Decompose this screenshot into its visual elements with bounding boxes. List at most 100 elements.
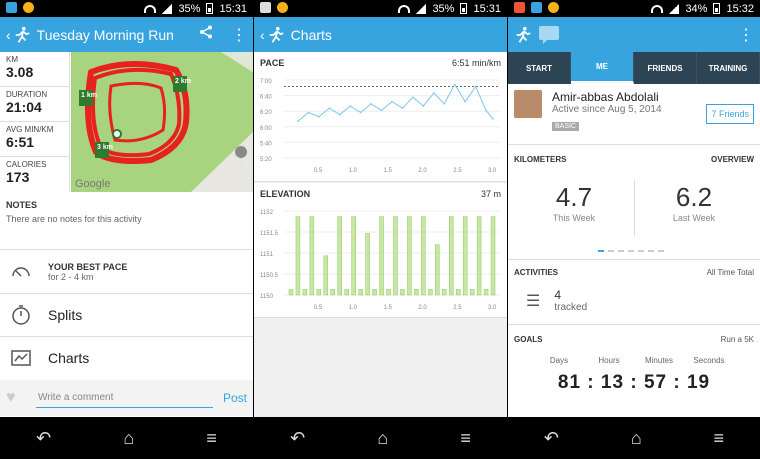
like-heart-icon[interactable]: ♥ [6, 389, 36, 407]
ubuntu-notification-icon [548, 2, 559, 13]
speedometer-icon [12, 266, 30, 277]
tab-training[interactable]: TRAINING [697, 52, 760, 84]
y-tick-label: 6:20 [260, 110, 272, 116]
friends-button[interactable]: 7 Friends [706, 104, 754, 124]
splits-row[interactable]: Splits [0, 293, 253, 336]
x-tick-label: 2.0 [418, 168, 427, 174]
y-tick-label: 6:00 [260, 126, 272, 132]
pace-value: 6:51 min/km [451, 58, 501, 68]
menu-nav-icon[interactable]: ≡ [206, 428, 217, 449]
battery-icon [713, 3, 721, 14]
this-week-stat: 4.7 This Week [514, 182, 634, 223]
last-week-stat: 6.2 Last Week [634, 182, 754, 223]
y-tick-label: 1151.5 [260, 231, 279, 237]
back-nav-icon[interactable]: ↶ [36, 428, 51, 449]
pace-chart: 7:00 6:40 6:20 6:00 5:40 5:20 0.5 1.0 1.5 2.0 2.5 3… [260, 79, 500, 174]
charts-row[interactable]: Charts [0, 336, 253, 379]
x-tick-label: 0.5 [314, 168, 323, 174]
elevation-bar [442, 289, 447, 296]
x-tick-label: 2.5 [453, 305, 462, 311]
app-notification-icon [531, 2, 542, 13]
tab-start[interactable]: START [508, 52, 571, 84]
back-icon[interactable]: ‹ [260, 27, 265, 43]
stat-value: 6:51 [6, 134, 35, 150]
pace-point [297, 120, 299, 122]
app-bar: ‹ Charts [254, 17, 507, 52]
marker-3km: 3 km [97, 144, 113, 151]
hours-label: Hours [598, 356, 620, 365]
overview-link[interactable]: OVERVIEW [711, 155, 754, 164]
comment-bar: ♥ Write a comment Post [0, 380, 253, 416]
best-pace-row[interactable]: YOUR BEST PACE for 2 - 4 km [0, 249, 253, 293]
x-tick-label: 2.0 [418, 305, 427, 311]
activities-header: ACTIVITIES All Time Total [514, 268, 754, 277]
stat-value: 21:04 [6, 99, 42, 115]
y-tick-label: 6:40 [260, 95, 272, 101]
y-tick-label: 5:40 [260, 141, 272, 147]
share-icon[interactable] [199, 25, 213, 44]
activities-label: ACTIVITIES [514, 268, 559, 277]
home-nav-icon[interactable]: ⌂ [631, 428, 642, 449]
pace-point [338, 113, 341, 116]
status-bar: 35% 15:31 [254, 0, 507, 17]
last-week-value: 6.2 [675, 182, 713, 212]
pace-point [401, 107, 404, 109]
menu-nav-icon[interactable]: ≡ [460, 428, 471, 449]
pace-series-line [297, 83, 494, 122]
avatar[interactable] [514, 90, 542, 118]
page-indicator [598, 250, 664, 252]
pace-card: PACE 6:51 min/km 7:00 6:40 6:20 6:00 5:40 5:20… [254, 52, 507, 182]
charts-screen: 35% 15:31 ‹ Charts PACE 6:51 min/km 7:00 6… [254, 0, 507, 459]
x-tick-label: 2.5 [453, 168, 462, 174]
back-nav-icon[interactable]: ↶ [290, 428, 305, 449]
this-week-value: 4.7 [555, 182, 593, 212]
cnn-notification-icon [514, 2, 525, 13]
y-tick-label: 1150 [260, 294, 274, 300]
list-icon: ☰ [526, 292, 541, 310]
x-tick-label: 3.0 [488, 168, 497, 174]
signal-icon [669, 3, 680, 14]
x-tick-label: 0.5 [314, 305, 323, 311]
pace-point [412, 96, 414, 99]
elevation-bar [337, 216, 342, 296]
home-nav-icon[interactable]: ⌂ [377, 428, 388, 449]
elevation-bar [428, 289, 433, 296]
ubuntu-notification-icon [23, 2, 34, 13]
elevation-bar [462, 216, 468, 296]
clock: 15:31 [473, 2, 501, 15]
kilometers-header: KILOMETERS OVERVIEW [514, 155, 754, 164]
comment-input[interactable]: Write a comment [36, 388, 213, 408]
goals-header: GOALS Run a 5K [514, 335, 754, 344]
activities-tracked[interactable]: ☰ 4 tracked [526, 288, 587, 313]
stats-column: KM 3.08 DURATION 21:04 AVG MIN/KM 6:51 CALO… [0, 52, 70, 192]
route-map[interactable]: 1 km 2 km 3 km Google [71, 52, 253, 192]
elevation-card: ELEVATION 37 m 1152 1151.5 1151 1150.5 1150 0.… [254, 183, 507, 318]
messages-icon[interactable] [538, 25, 560, 45]
battery-percent: 35% [432, 2, 455, 15]
back-icon[interactable]: ‹ [6, 27, 11, 43]
stat-calories: CALORIES 173 [0, 157, 69, 192]
pace-point [318, 116, 320, 118]
tab-bar: START ME FRIENDS TRAINING [508, 52, 760, 84]
elevation-bar [288, 289, 294, 296]
pace-point [328, 107, 331, 109]
home-nav-icon[interactable]: ⌂ [123, 428, 134, 449]
menu-nav-icon[interactable]: ≡ [714, 428, 725, 449]
tab-me[interactable]: ME [571, 52, 634, 84]
activity-screen: 35% 15:31 ‹ Tuesday Morning Run ⋮ KM 3.08… [0, 0, 253, 459]
elevation-bar [316, 289, 322, 296]
post-button[interactable]: Post [223, 391, 247, 405]
elevation-bar [421, 216, 426, 296]
profile-name: Amir-abbas Abdolali [552, 90, 659, 104]
battery-icon [460, 3, 468, 14]
system-nav-bar: ↶ ⌂ ≡ [508, 417, 760, 459]
overflow-menu-icon[interactable]: ⋮ [231, 25, 247, 45]
elevation-bar [330, 289, 336, 296]
pace-point [443, 103, 446, 105]
tab-friends[interactable]: FRIENDS [634, 52, 697, 84]
elevation-bar [365, 233, 370, 296]
back-nav-icon[interactable]: ↶ [544, 428, 559, 449]
wifi-icon [398, 4, 411, 13]
overflow-menu-icon[interactable]: ⋮ [738, 25, 754, 45]
app-bar: ⋮ [508, 17, 760, 52]
